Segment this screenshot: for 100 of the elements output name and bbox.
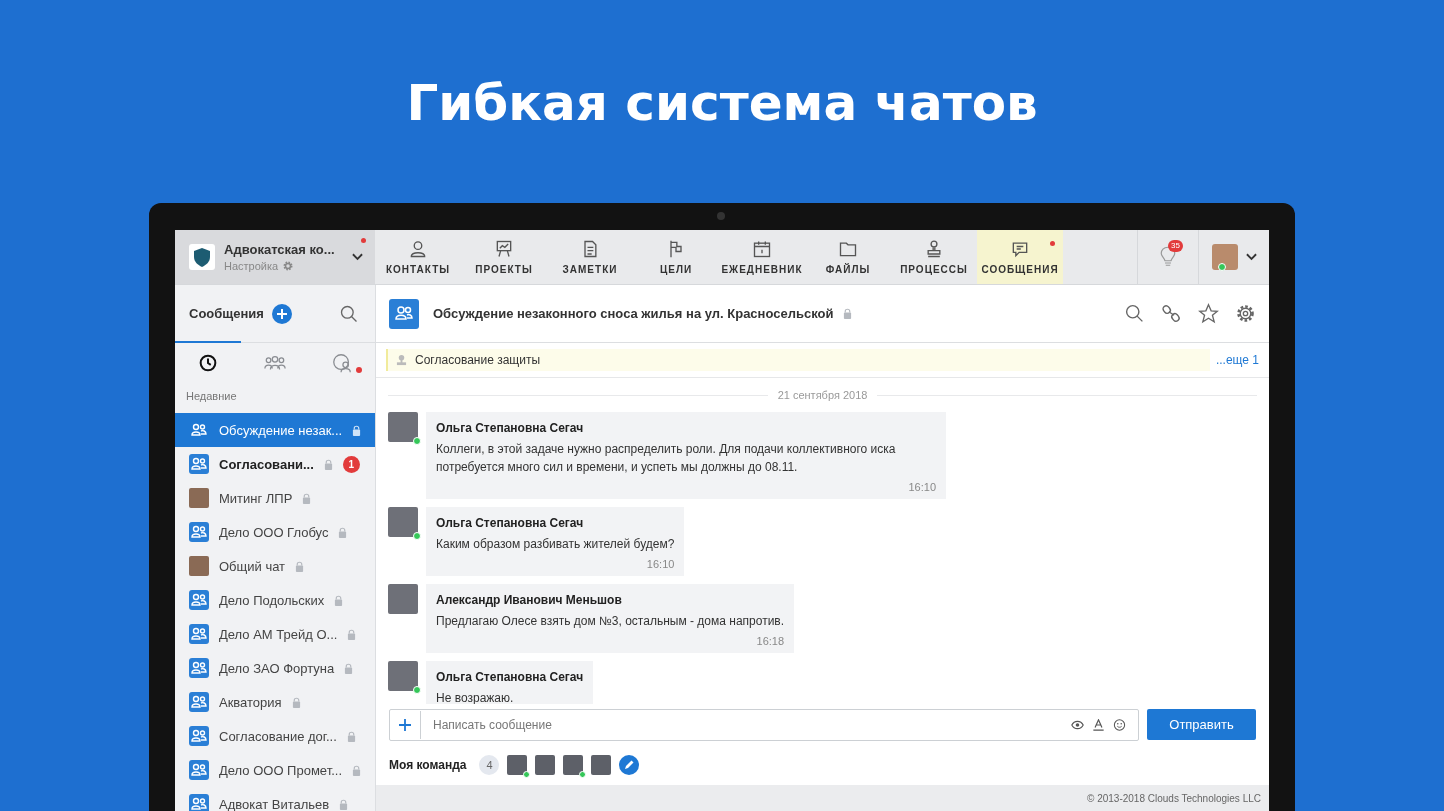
group-chat-icon: [189, 658, 209, 678]
avatar[interactable]: [563, 755, 584, 775]
lock-icon: [843, 308, 853, 319]
more-link[interactable]: ...еще 1: [1215, 353, 1259, 367]
group-chat-icon: [189, 454, 209, 474]
send-button[interactable]: Отправить: [1147, 709, 1256, 740]
pinned-text: Согласование защиты: [415, 353, 541, 367]
copyright-text: © 2013-2018 Clouds Technologies LLC: [1087, 792, 1261, 804]
chat-list-item[interactable]: Согласовани... 1: [175, 447, 375, 481]
message-time: 16:10: [908, 481, 936, 493]
lock-icon: [323, 458, 333, 470]
add-icon[interactable]: [271, 303, 292, 324]
avatar[interactable]: [591, 755, 612, 775]
lock-icon: [291, 696, 301, 708]
message-input-field[interactable]: Написать сообщение: [429, 711, 1063, 739]
nav-tab[interactable]: СООБЩЕНИЯ: [977, 230, 1063, 284]
pinned-bar[interactable]: Согласование защиты: [386, 349, 1210, 371]
message-text: Коллеги, в этой задаче нужно распределить роли. Для подачи коллективного иска потребуется много сил и времени, и успеть мы должны до 08.11.: [436, 441, 897, 476]
globe-person-icon[interactable]: [330, 352, 353, 374]
group-chat-icon: [389, 298, 419, 329]
lock-icon: [334, 594, 344, 606]
chevron-down-icon[interactable]: [352, 253, 363, 261]
person-icon: [408, 239, 428, 259]
chat-list-item[interactable]: Дело ООО Промет...: [175, 753, 375, 787]
lock-icon: [346, 730, 356, 742]
date-divider: 21 сентября 2018: [777, 389, 868, 401]
lock-icon: [339, 798, 349, 810]
avatar: [388, 661, 418, 691]
chat-list-item[interactable]: Акватория: [175, 685, 375, 719]
headline: Гибкая система чатов: [406, 73, 1038, 134]
star-icon[interactable]: [1198, 303, 1219, 324]
org-name[interactable]: Адвокатская ко...: [224, 242, 352, 257]
lock-icon: [352, 424, 362, 436]
group-chat-icon: [189, 692, 209, 712]
chat-list-item[interactable]: Обсуждение незак...: [175, 413, 375, 447]
text-format-icon[interactable]: [1092, 719, 1105, 731]
member-count: 4: [479, 755, 500, 775]
message-composer-field[interactable]: Написать сообщение: [389, 709, 1139, 741]
group-chat-icon: [189, 522, 209, 542]
message-author: Ольга Степановна Сегач: [436, 421, 585, 435]
chat-list-item[interactable]: Согласование дог...: [175, 719, 375, 753]
settings-icon[interactable]: [282, 260, 295, 272]
calendar-icon: [752, 239, 772, 259]
message-author: Ольга Степановна Сегач: [436, 516, 585, 530]
stamp-icon: [396, 353, 407, 367]
nav-tab[interactable]: ПРОЕКТЫ: [461, 230, 547, 284]
eye-icon[interactable]: [1071, 719, 1084, 731]
lock-icon: [302, 492, 312, 504]
smiley-icon[interactable]: [1113, 719, 1126, 731]
nav-tab[interactable]: ЦЕЛИ: [633, 230, 719, 284]
settings-icon[interactable]: [1235, 303, 1256, 324]
photo-placeholder: [189, 488, 209, 508]
group-chat-icon: [189, 726, 209, 746]
link-icon[interactable]: [1161, 303, 1182, 324]
photo-placeholder: [189, 556, 209, 576]
message-text: Предлагаю Олесе взять дом №3, остальным - дома напротив.: [436, 613, 785, 630]
sidebar-title[interactable]: Сообщения: [189, 306, 264, 321]
avatar[interactable]: [507, 755, 528, 775]
chat-list-item[interactable]: Адвокат Витальев: [175, 787, 375, 811]
group-chat-icon: [189, 760, 209, 780]
search-icon[interactable]: [339, 303, 359, 324]
avatar: [388, 507, 418, 537]
search-icon[interactable]: [1124, 303, 1145, 324]
section-label: Недавние: [185, 389, 238, 404]
avatar[interactable]: [535, 755, 556, 775]
lock-icon: [352, 764, 361, 776]
nav-tab[interactable]: КОНТАКТЫ: [375, 230, 461, 284]
group-chat-icon: [189, 794, 209, 811]
group-chat-icon: [189, 624, 209, 644]
chat-title: Обсуждение незаконного сноса жилья на ул. Красносельской: [433, 306, 834, 321]
message-time: 16:10: [646, 558, 675, 570]
lock-icon: [347, 628, 357, 640]
chat-list-item[interactable]: Общий чат: [175, 549, 375, 583]
team-label: Моя команда: [389, 758, 467, 772]
avatar: [388, 412, 418, 442]
chat-list-item[interactable]: Дело Подольских: [175, 583, 375, 617]
nav-tab[interactable]: ПРОЦЕССЫ: [891, 230, 977, 284]
chat-list-item[interactable]: Дело АМ Трейд О...: [175, 617, 375, 651]
lock-icon: [344, 662, 354, 674]
message-author: Александр Иванович Меньшов: [436, 593, 623, 607]
message-time: 16:18: [756, 635, 785, 647]
notification-count: 35: [1168, 240, 1183, 252]
chat-list-item[interactable]: Дело ЗАО Фортуна: [175, 651, 375, 685]
chat-list-item[interactable]: Митинг ЛПР: [175, 481, 375, 515]
message-text: Не возражаю.: [436, 690, 515, 704]
nav-tab[interactable]: ЗАМЕТКИ: [547, 230, 633, 284]
message-author: Ольга Степановна Сегач: [436, 670, 584, 684]
unread-count: 1: [342, 455, 360, 473]
message-text: Каким образом разбивать жителей будем?: [436, 536, 675, 553]
camera-icon: [717, 212, 725, 220]
chat-list-item[interactable]: Дело ООО Глобус: [175, 515, 375, 549]
easel-icon: [494, 239, 514, 259]
shield-logo-icon: [189, 244, 215, 270]
chevron-down-icon[interactable]: [1245, 253, 1257, 261]
pencil-icon[interactable]: [619, 755, 640, 775]
group-chat-icon: [189, 590, 209, 610]
lock-icon: [338, 526, 348, 538]
nav-tab[interactable]: ФАЙЛЫ: [805, 230, 891, 284]
nav-tab[interactable]: ЕЖЕДНЕВНИК: [719, 230, 805, 284]
lock-icon: [295, 560, 305, 572]
